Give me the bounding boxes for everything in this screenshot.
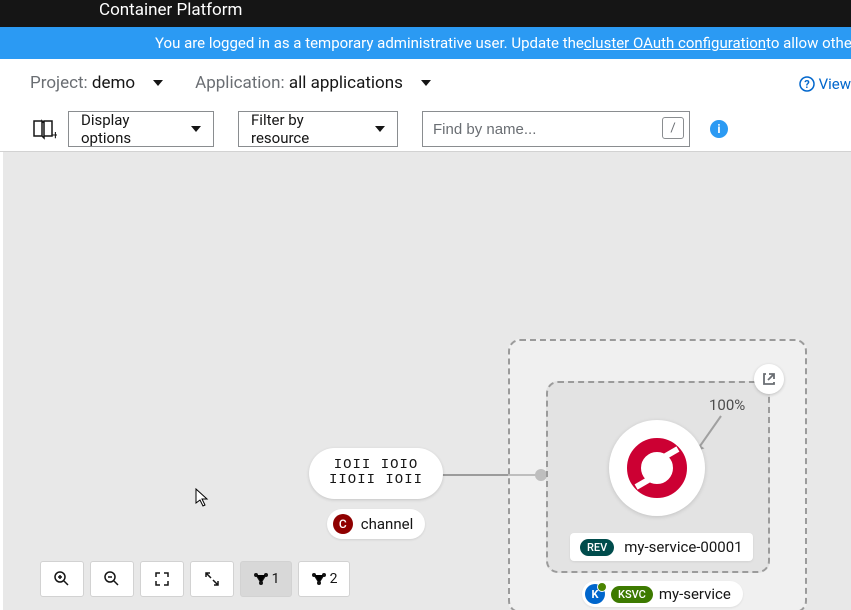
help-icon: ? (799, 76, 815, 92)
masthead: Container Platform (0, 0, 851, 27)
chevron-down-icon (191, 126, 201, 132)
search-kbd-hint: / (662, 117, 684, 139)
channel-name: channel (361, 515, 413, 533)
traffic-percent: 100% (709, 396, 745, 414)
zoom-out-button[interactable] (90, 561, 134, 597)
ksvc-pill[interactable]: K KSVC my-service (582, 581, 743, 607)
login-banner: You are logged in as a temporary adminis… (0, 27, 851, 59)
binary-icon: IOII IOIO IIOII IOII (309, 448, 443, 499)
display-options-dropdown[interactable]: Display options (68, 111, 214, 147)
layout-icon (311, 572, 327, 586)
ksvc-badge: KSVC (611, 586, 653, 603)
revision-name: my-service-00001 (624, 538, 742, 556)
product-title: Container Platform (99, 0, 242, 20)
open-url-button[interactable] (754, 364, 784, 394)
zoom-out-icon (104, 571, 120, 587)
external-link-icon (762, 372, 776, 386)
expand-icon (205, 572, 219, 586)
chevron-down-icon (153, 80, 163, 86)
application-value: all applications (289, 73, 403, 93)
application-label: Application: (195, 73, 285, 93)
view-shortcuts-link[interactable]: ? View (799, 75, 851, 93)
layout-2-button[interactable]: 2 (298, 561, 350, 597)
topology-toolbar: + Display options Filter by resource / i (0, 107, 851, 152)
channel-node[interactable]: IOII IOIO IIOII IOII C channel (309, 448, 443, 539)
banner-suffix: to allow others to lo (766, 34, 851, 52)
layout-1-button[interactable]: 1 (240, 561, 292, 597)
book-icon: + (31, 116, 57, 142)
search-input[interactable] (422, 111, 690, 147)
revision-badge: REV (580, 539, 614, 556)
topology-view-button[interactable]: + (30, 115, 58, 143)
chevron-down-icon (375, 126, 385, 132)
fit-button[interactable] (140, 561, 184, 597)
oauth-config-link[interactable]: cluster OAuth configuration (584, 34, 766, 52)
info-icon[interactable]: i (710, 120, 728, 138)
chevron-down-icon (421, 80, 431, 86)
context-toolbar: Project: demo Application: all applicati… (0, 59, 851, 107)
project-value: demo (92, 73, 135, 93)
knative-icon: K (585, 584, 605, 604)
svg-text:+: + (52, 128, 57, 142)
zoom-in-icon (54, 571, 70, 587)
channel-badge: C (333, 514, 353, 534)
fit-icon (155, 572, 169, 586)
revision-pill[interactable]: REV my-service-00001 (570, 533, 753, 561)
search-wrapper: / (422, 111, 690, 147)
svg-text:?: ? (804, 78, 810, 91)
application-selector[interactable]: Application: all applications (195, 73, 431, 93)
cursor-icon (195, 488, 211, 508)
layout-icon (253, 572, 269, 586)
filter-resource-dropdown[interactable]: Filter by resource (238, 111, 398, 147)
reset-view-button[interactable] (190, 561, 234, 597)
banner-prefix: You are logged in as a temporary adminis… (155, 34, 584, 52)
project-selector[interactable]: Project: demo (30, 73, 163, 93)
zoom-toolbar: 1 2 (40, 561, 350, 597)
channel-label-pill[interactable]: C channel (327, 509, 425, 539)
zoom-in-button[interactable] (40, 561, 84, 597)
project-label: Project: (30, 73, 88, 93)
ksvc-name: my-service (659, 585, 731, 603)
deployment-donut[interactable] (609, 420, 705, 516)
openshift-icon (627, 438, 687, 498)
topology-canvas[interactable]: IOII IOIO IIOII IOII C channel 100% REV … (3, 152, 851, 610)
